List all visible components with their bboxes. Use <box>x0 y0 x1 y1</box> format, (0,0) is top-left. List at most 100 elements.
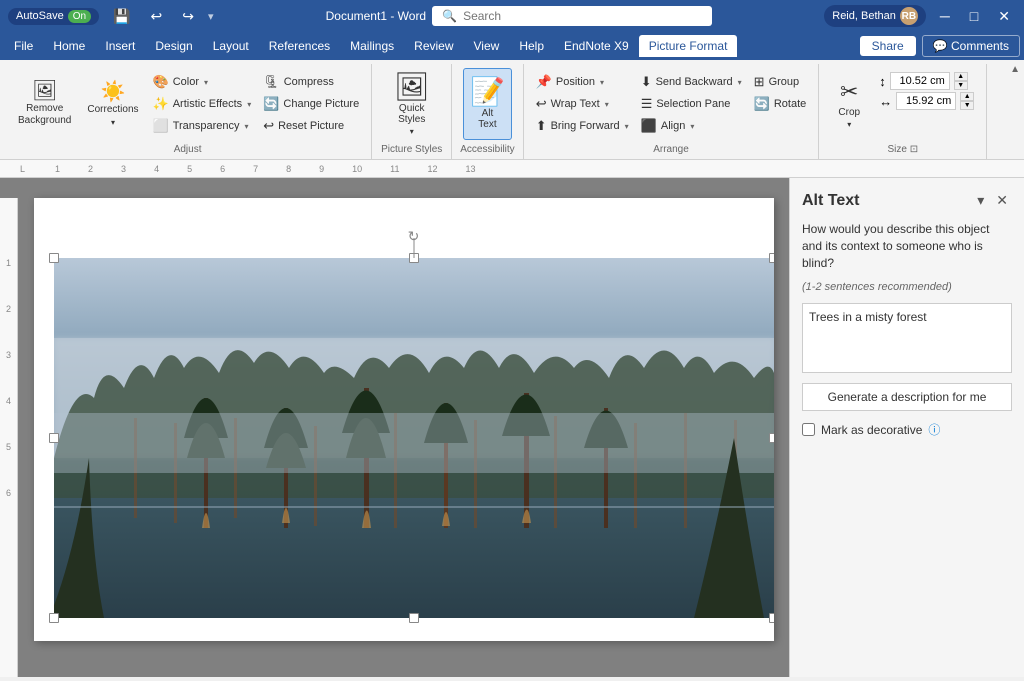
menu-references[interactable]: References <box>259 35 340 57</box>
generate-description-button[interactable]: Generate a description for me <box>802 383 1012 411</box>
rotate-label: Rotate <box>774 98 806 110</box>
send-backward-button[interactable]: ⬇ Send Backward ▾ <box>637 72 746 92</box>
selection-icon: ☰ <box>641 96 653 112</box>
alt-text-textarea[interactable]: Trees in a misty forest <box>802 303 1012 373</box>
share-button[interactable]: Share <box>860 36 916 56</box>
menu-mailings[interactable]: Mailings <box>340 35 404 57</box>
quick-styles-label: QuickStyles <box>398 103 425 125</box>
handle-top-right[interactable] <box>769 253 774 263</box>
panel-settings-button[interactable]: ▾ <box>973 190 988 211</box>
handle-bottom-middle[interactable] <box>409 613 419 623</box>
customize-arrow[interactable]: ▾ <box>208 10 214 23</box>
title-bar: AutoSave On 💾 ↩ ↪ ▾ Document1 - Word 🔍 R… <box>0 0 1024 32</box>
info-icon[interactable]: ⓘ <box>928 421 940 438</box>
close-button[interactable]: ✕ <box>992 8 1016 25</box>
transparency-button[interactable]: ⬜ Transparency ▾ <box>149 116 256 136</box>
mark-decorative-checkbox[interactable] <box>802 423 815 436</box>
avatar: RB <box>900 7 918 25</box>
selection-label: Selection Pane <box>656 98 730 110</box>
main-area: 1 2 3 4 5 6 <box>0 178 1024 677</box>
menu-insert[interactable]: Insert <box>95 35 145 57</box>
document-page: ↻ <box>34 198 774 641</box>
compress-pictures-button[interactable]: 🗜 Compress <box>259 72 363 92</box>
selection-pane-button[interactable]: ☰ Selection Pane <box>637 94 746 114</box>
search-input[interactable] <box>463 9 702 23</box>
rotate-handle[interactable]: ↻ <box>406 228 422 244</box>
ribbon-group-styles: 🖼 QuickStyles ▾ Picture Styles <box>372 64 452 159</box>
handle-middle-left[interactable] <box>49 433 59 443</box>
size-label: Size ⊡ <box>887 144 918 155</box>
menu-view[interactable]: View <box>464 35 510 57</box>
mark-decorative-row: Mark as decorative ⓘ <box>802 421 1012 438</box>
ribbon: 🖼 RemoveBackground ☀️ Corrections ▾ 🎨 Co… <box>0 60 1024 160</box>
change-picture-button[interactable]: 🔄 Change Picture <box>259 94 363 114</box>
ribbon-collapse-button[interactable]: ▲ <box>1010 64 1020 75</box>
artistic-effects-button[interactable]: ✨ Artistic Effects ▾ <box>149 94 256 114</box>
handle-top-left[interactable] <box>49 253 59 263</box>
height-spinner: ▲ ▼ <box>954 72 968 90</box>
selected-image-container[interactable]: ↻ <box>54 258 774 618</box>
corrections-button[interactable]: ☀️ Corrections ▾ <box>81 68 144 140</box>
artistic-arrow: ▾ <box>247 100 251 109</box>
handle-bottom-right[interactable] <box>769 613 774 623</box>
rotate-button[interactable]: 🔄 Rotate <box>750 94 811 114</box>
arrange-col2: ⬇ Send Backward ▾ ☰ Selection Pane ⬛ Ali… <box>637 72 746 136</box>
handle-middle-right[interactable] <box>769 433 774 443</box>
arrange-content: 📌 Position ▾ ↩ Wrap Text ▾ ⬆ Bring Forwa… <box>532 68 811 140</box>
menu-review[interactable]: Review <box>404 35 463 57</box>
color-arrow: ▾ <box>204 78 208 87</box>
menu-help[interactable]: Help <box>509 35 554 57</box>
save-button[interactable]: 💾 <box>107 8 136 25</box>
reset-picture-button[interactable]: ↩ Reset Picture <box>259 116 363 136</box>
height-input[interactable] <box>890 72 950 90</box>
bring-arrow: ▾ <box>625 122 629 131</box>
width-icon: ↔ <box>879 94 892 109</box>
width-up[interactable]: ▲ <box>960 92 974 101</box>
crop-label: Crop <box>838 107 860 118</box>
handle-bottom-left[interactable] <box>49 613 59 623</box>
panel-close-button[interactable]: ✕ <box>992 190 1012 211</box>
crop-button[interactable]: ✂ Crop ▾ <box>827 68 871 140</box>
adjust-content: 🖼 RemoveBackground ☀️ Corrections ▾ 🎨 Co… <box>12 68 363 140</box>
width-down[interactable]: ▼ <box>960 101 974 110</box>
document-content: ↻ <box>34 198 774 641</box>
bring-forward-button[interactable]: ⬆ Bring Forward ▾ <box>532 116 633 136</box>
undo-button[interactable]: ↩ <box>144 8 168 25</box>
change-pic-label: Change Picture <box>283 98 359 110</box>
ribbon-group-adjust: 🖼 RemoveBackground ☀️ Corrections ▾ 🎨 Co… <box>4 64 372 159</box>
adjust-label: Adjust <box>174 144 202 155</box>
align-button[interactable]: ⬛ Align ▾ <box>637 116 746 136</box>
menu-endnote[interactable]: EndNote X9 <box>554 35 639 57</box>
position-button[interactable]: 📌 Position ▾ <box>532 72 633 92</box>
corrections-icon: ☀️ <box>100 82 125 102</box>
color-button[interactable]: 🎨 Color ▾ <box>149 72 256 92</box>
send-label: Send Backward <box>656 76 733 88</box>
menu-picture-format[interactable]: Picture Format <box>639 35 738 57</box>
height-up[interactable]: ▲ <box>954 72 968 81</box>
menu-design[interactable]: Design <box>145 35 202 57</box>
search-bar[interactable]: 🔍 <box>432 6 712 26</box>
reset-label: Reset Picture <box>278 120 344 132</box>
autosave-toggle[interactable]: AutoSave On <box>8 8 99 25</box>
crop-icon: ✂ <box>840 79 858 105</box>
maximize-button[interactable]: □ <box>964 8 984 24</box>
send-icon: ⬇ <box>641 74 652 90</box>
corrections-arrow: ▾ <box>111 118 115 127</box>
menu-file[interactable]: File <box>4 35 43 57</box>
height-down[interactable]: ▼ <box>954 81 968 90</box>
quick-styles-button[interactable]: 🖼 QuickStyles ▾ <box>387 68 437 140</box>
minimize-button[interactable]: ─ <box>934 8 956 24</box>
redo-button[interactable]: ↪ <box>176 8 200 25</box>
wrap-text-button[interactable]: ↩ Wrap Text ▾ <box>532 94 633 114</box>
panel-header: Alt Text ▾ ✕ <box>802 190 1012 211</box>
menu-layout[interactable]: Layout <box>203 35 259 57</box>
size-expand[interactable]: ⊡ <box>910 144 918 155</box>
position-label: Position <box>556 76 595 88</box>
comments-button[interactable]: 💬 Comments <box>922 35 1020 57</box>
width-input[interactable] <box>896 92 956 110</box>
alt-text-button[interactable]: 📝 AltText <box>463 68 512 140</box>
menu-home[interactable]: Home <box>43 35 95 57</box>
remove-background-button[interactable]: 🖼 RemoveBackground <box>12 68 77 140</box>
user-badge: Reid, Bethan RB <box>824 5 926 27</box>
group-button[interactable]: ⊞ Group <box>750 72 811 92</box>
